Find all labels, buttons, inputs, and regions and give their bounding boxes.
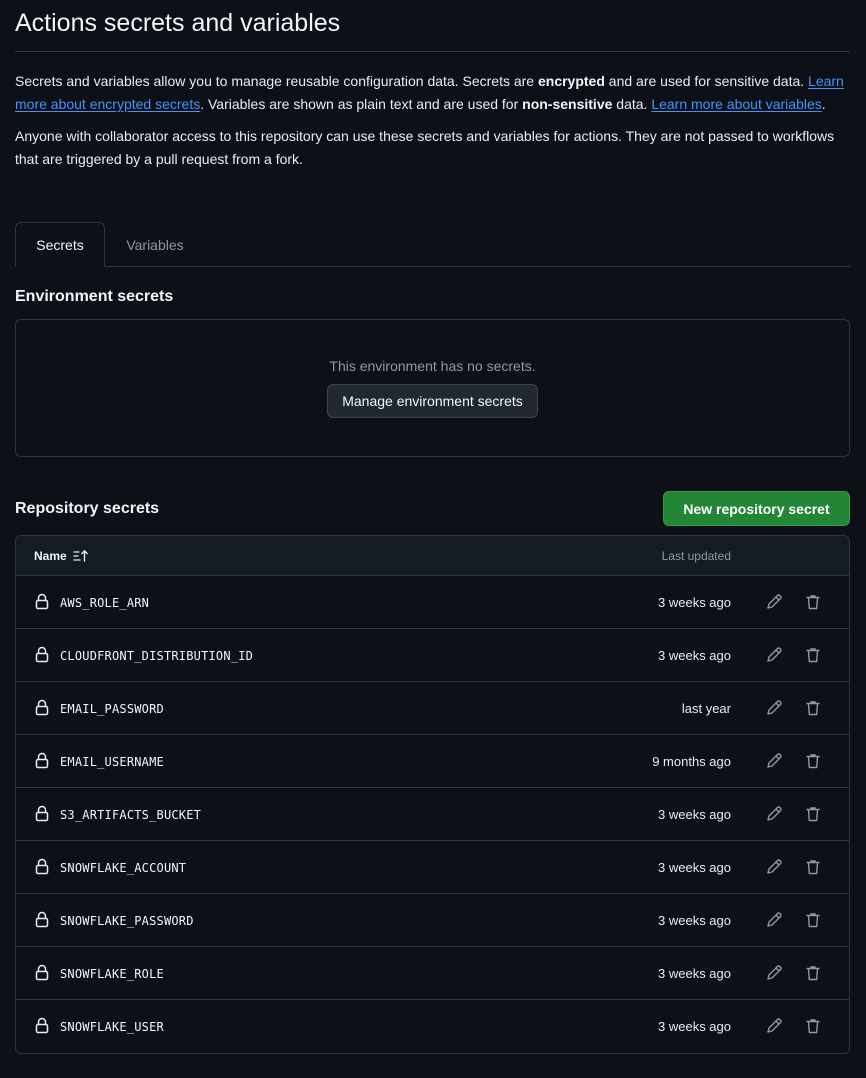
intro-text-segment: and are used for sensitive data. [604,73,809,89]
secret-last-updated: 3 weeks ago [658,966,731,981]
tab-secrets[interactable]: Secrets [15,222,105,267]
trash-icon[interactable] [804,699,822,717]
intro-text-segment: . Variables are shown as plain text and … [200,96,523,112]
tab-variables[interactable]: Variables [115,222,195,267]
pencil-icon[interactable] [765,646,783,664]
environment-empty-message: This environment has no secrets. [329,358,536,374]
secret-name: S3_ARTIFACTS_BUCKET [60,807,202,822]
pencil-icon[interactable] [765,911,783,929]
secret-name: EMAIL_PASSWORD [60,701,164,716]
lock-icon [35,805,49,822]
trash-icon[interactable] [804,858,822,876]
trash-icon[interactable] [804,646,822,664]
table-row: SNOWFLAKE_ACCOUNT 3 weeks ago [16,841,849,894]
table-row: CLOUDFRONT_DISTRIBUTION_ID 3 weeks ago [16,629,849,682]
trash-icon[interactable] [804,593,822,611]
environment-secrets-panel: This environment has no secrets. Manage … [15,319,850,457]
name-column-header[interactable]: Name [34,536,89,576]
secret-name: SNOWFLAKE_PASSWORD [60,913,194,928]
table-row: SNOWFLAKE_ROLE 3 weeks ago [16,947,849,1000]
page-title: Actions secrets and variables [15,0,850,52]
secret-last-updated: 3 weeks ago [658,648,731,663]
table-row: SNOWFLAKE_PASSWORD 3 weeks ago [16,894,849,947]
pencil-icon[interactable] [765,805,783,823]
secret-last-updated: last year [681,701,731,716]
table-header: Name Last updated [16,536,849,576]
secret-last-updated: 9 months ago [652,754,731,769]
intro-emphasis-non-sensitive: non-sensitive [522,96,613,112]
secret-name: SNOWFLAKE_USER [60,1019,164,1034]
manage-environment-secrets-button[interactable]: Manage environment secrets [327,384,538,418]
secret-name: SNOWFLAKE_ROLE [60,966,164,981]
trash-icon[interactable] [804,805,822,823]
table-body: AWS_ROLE_ARN 3 weeks ago CLOUDFRONT_DIST… [16,576,849,1053]
table-row: EMAIL_USERNAME 9 months ago [16,735,849,788]
pencil-icon[interactable] [765,593,783,611]
last-updated-column-header: Last updated [661,549,731,563]
intro-emphasis-encrypted: encrypted [537,73,605,89]
lock-icon [35,752,49,769]
lock-icon [35,858,49,875]
secret-name: AWS_ROLE_ARN [60,595,150,610]
secret-last-updated: 3 weeks ago [658,860,731,875]
pencil-icon[interactable] [765,964,783,982]
table-row: SNOWFLAKE_USER 3 weeks ago [16,1000,849,1053]
name-column-label: Name [34,549,67,563]
secret-name: CLOUDFRONT_DISTRIBUTION_ID [60,648,254,663]
lock-icon [35,699,49,716]
intro-text-segment: data. [612,96,652,112]
secret-last-updated: 3 weeks ago [658,807,731,822]
intro-text-segment: . [821,96,826,112]
lock-icon [35,911,49,928]
pencil-icon[interactable] [765,752,783,770]
sort-ascending-icon [73,550,88,562]
pencil-icon[interactable] [765,858,783,876]
trash-icon[interactable] [804,752,822,770]
secret-name: SNOWFLAKE_ACCOUNT [60,860,187,875]
secrets-settings-page: Actions secrets and variables Secrets an… [15,0,850,1054]
trash-icon[interactable] [804,964,822,982]
intro-paragraph-1: Secrets and variables allow you to manag… [15,70,850,116]
table-row: AWS_ROLE_ARN 3 weeks ago [16,576,849,629]
intro-paragraph-2: Anyone with collaborator access to this … [15,128,835,167]
table-row: S3_ARTIFACTS_BUCKET 3 weeks ago [16,788,849,841]
repository-secrets-table: Name Last updated AWS_ROLE_ARN 3 weeks a… [15,535,850,1054]
secrets-variables-tabs: Secrets Variables [15,222,850,267]
lock-icon [35,964,49,981]
secret-last-updated: 3 weeks ago [658,595,731,610]
intro-text-segment: Secrets and variables allow you to manag… [15,73,538,89]
intro-text: Secrets and variables allow you to manag… [15,70,850,171]
lock-icon [35,646,49,663]
learn-more-variables-link[interactable]: Learn more about variables [651,96,821,112]
secret-last-updated: 3 weeks ago [658,1019,731,1034]
table-row: EMAIL_PASSWORD last year [16,682,849,735]
pencil-icon[interactable] [765,699,783,717]
pencil-icon[interactable] [765,1017,783,1035]
lock-icon [35,593,49,610]
lock-icon [35,1017,49,1034]
new-repository-secret-button[interactable]: New repository secret [663,491,850,526]
secret-name: EMAIL_USERNAME [60,754,164,769]
repository-secrets-heading: Repository secrets [15,500,160,517]
environment-secrets-heading: Environment secrets [15,288,174,305]
trash-icon[interactable] [804,911,822,929]
trash-icon[interactable] [804,1017,822,1035]
secret-last-updated: 3 weeks ago [658,913,731,928]
